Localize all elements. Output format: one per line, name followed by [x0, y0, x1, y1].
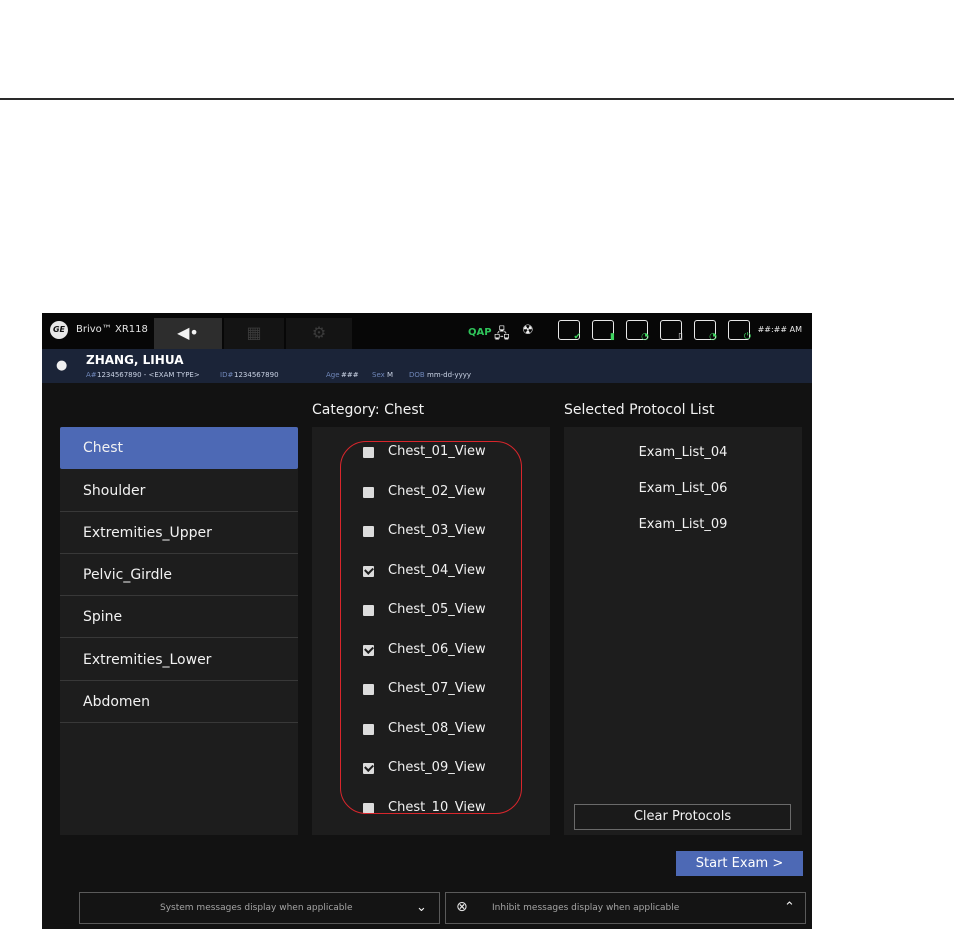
accession-label: A#	[86, 371, 97, 379]
category-list: Chest Shoulder Extremities_Upper Pelvic_…	[60, 427, 298, 835]
tab-settings[interactable]: ⚙	[286, 318, 352, 349]
protocol-list: Exam_List_04 Exam_List_06 Exam_List_09 C…	[564, 427, 802, 835]
detector-wifi-icon: ◔	[626, 320, 649, 342]
image-grid-icon: ▦	[246, 323, 262, 342]
sex-label: Sex	[372, 371, 385, 379]
start-exam-button[interactable]: Start Exam >	[676, 851, 803, 876]
product-name: Brivo™ XR118	[76, 324, 148, 335]
patient-bar: ● ZHANG, LIHUA A# 1234567890 - <EXAM TYP…	[42, 349, 812, 383]
id-label: ID#	[220, 371, 234, 379]
sex-value: M	[387, 371, 394, 379]
category-item-extremities-lower[interactable]: Extremities_Lower	[60, 639, 298, 681]
age-value: ###	[341, 371, 359, 379]
gear-icon: ⚙	[311, 323, 327, 342]
detector-ready-icon: ✔	[558, 320, 581, 342]
category-item-extremities-upper[interactable]: Extremities_Upper	[60, 512, 298, 554]
protocol-item[interactable]: Exam_List_09	[564, 517, 802, 532]
inhibit-message-text: Inhibit messages display when applicable	[492, 903, 680, 913]
age-label: Age	[326, 371, 340, 379]
clock: ##:## AM	[757, 325, 802, 334]
selection-highlight-outline	[340, 441, 522, 814]
inhibit-icon: ⊗	[456, 899, 468, 915]
dob-label: DOB	[409, 371, 425, 379]
ge-logo-icon: GE	[50, 321, 68, 339]
category-heading: Category: Chest	[312, 402, 425, 418]
chevron-up-icon[interactable]: ⌃	[784, 900, 795, 915]
category-item-pelvic-girdle[interactable]: Pelvic_Girdle	[60, 554, 298, 596]
protocol-list-heading: Selected Protocol List	[564, 402, 715, 418]
console-screen: GE Brivo™ XR118 ◀• ▦ ⚙ QAP 🖧 ☢ ✔ ▮ ◔ ▯ ◔…	[42, 313, 812, 929]
inhibit-message-bar[interactable]: ⊗ Inhibit messages display when applicab…	[445, 892, 806, 924]
tab-images[interactable]: ▦	[224, 318, 284, 349]
chevron-down-icon[interactable]: ⌄	[416, 900, 427, 915]
patient-name: ZHANG, LIHUA	[86, 353, 184, 367]
title-bar: GE Brivo™ XR118 ◀• ▦ ⚙ QAP 🖧 ☢ ✔ ▮ ◔ ▯ ◔…	[42, 313, 812, 349]
id-value: 1234567890	[234, 371, 279, 379]
detector-charging-icon: ⏻	[728, 320, 751, 342]
detector-battery-icon: ▮	[592, 320, 615, 342]
protocol-item[interactable]: Exam_List_04	[564, 445, 802, 460]
system-message-bar[interactable]: System messages display when applicable …	[79, 892, 440, 924]
category-item-abdomen[interactable]: Abdomen	[60, 681, 298, 723]
detector-battery-low-icon: ▯	[660, 320, 683, 342]
accession-value: 1234567890 - <EXAM TYPE>	[97, 371, 200, 379]
clear-protocols-button[interactable]: Clear Protocols	[574, 804, 791, 830]
qap-indicator[interactable]: QAP	[468, 327, 492, 338]
network-icon: 🖧	[494, 326, 510, 342]
category-item-spine[interactable]: Spine	[60, 596, 298, 638]
tube-status-icon: ☢	[522, 323, 534, 338]
system-message-text: System messages display when applicable	[160, 903, 353, 913]
patient-avatar-icon: ●	[56, 358, 68, 373]
page-rule	[0, 98, 954, 100]
protocol-item[interactable]: Exam_List_06	[564, 481, 802, 496]
category-item-shoulder[interactable]: Shoulder	[60, 470, 298, 512]
category-item-chest[interactable]: Chest	[60, 427, 298, 469]
exam-arrow-icon: ◀•	[177, 323, 199, 342]
tab-exam[interactable]: ◀•	[154, 318, 222, 349]
detector-wifi-2-icon: ◔	[694, 320, 717, 342]
dob-value: mm-dd-yyyy	[427, 371, 472, 379]
